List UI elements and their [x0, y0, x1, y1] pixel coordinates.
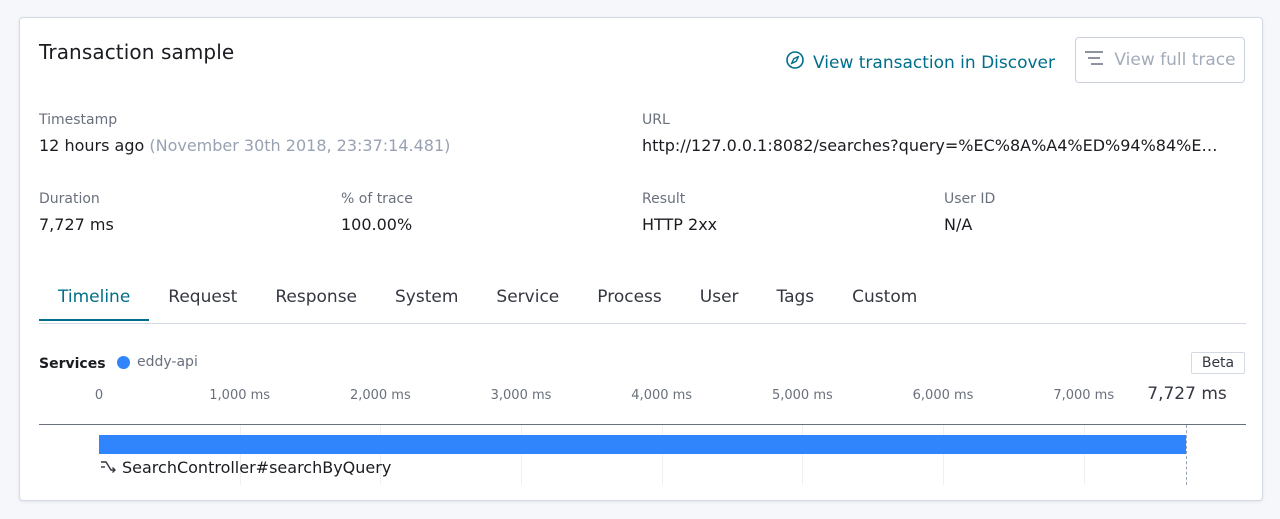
page-title: Transaction sample — [39, 40, 235, 64]
timeline-axis-line — [39, 424, 1246, 425]
beta-badge: Beta — [1191, 352, 1245, 374]
percent-of-trace-value: 100.00% — [341, 215, 413, 234]
timeline-tick-label: 7,000 ms — [1053, 388, 1115, 403]
timeline-tick-label: 4,000 ms — [631, 388, 693, 403]
timeline-gridline — [661, 425, 663, 485]
tab-timeline[interactable]: Timeline — [39, 275, 150, 321]
result-label: Result — [642, 191, 686, 207]
timestamp-field: Timestamp 12 hours ago (November 30th 20… — [39, 112, 450, 155]
tab-custom[interactable]: Custom — [833, 275, 936, 321]
service-name: eddy-api — [137, 354, 198, 370]
timeline-tick-label: 1,000 ms — [209, 388, 271, 403]
timestamp-relative: 12 hours ago — [39, 136, 145, 155]
trace-lines-icon — [1084, 49, 1104, 72]
timeline-gridline — [802, 425, 804, 485]
timeline-gridline — [1083, 425, 1085, 485]
timeline-gridline — [943, 425, 945, 485]
url-label: URL — [642, 112, 670, 128]
timeline-axis: 7,727 ms 0 1,000 ms 2,000 ms 3,000 ms 4,000 … — [20, 18, 1264, 502]
timeline-tick-label: 2,000 ms — [349, 388, 411, 403]
timeline-gridline — [521, 425, 523, 485]
service-legend-item[interactable]: eddy-api — [117, 354, 198, 370]
duration-value: 7,727 ms — [39, 215, 114, 234]
tab-tags[interactable]: Tags — [758, 275, 834, 321]
result-value: HTTP 2xx — [642, 215, 718, 234]
detail-tabs: Timeline Request Response System Service… — [39, 275, 1246, 324]
span-bar[interactable] — [99, 435, 1186, 454]
tab-service[interactable]: Service — [477, 275, 578, 321]
tab-response[interactable]: Response — [256, 275, 376, 321]
timestamp-label: Timestamp — [39, 112, 118, 128]
view-in-discover-link[interactable]: View transaction in Discover — [785, 50, 1055, 75]
span-type-icon — [100, 458, 116, 477]
service-color-dot — [117, 355, 130, 369]
user-id-label: User ID — [944, 191, 996, 207]
tab-system[interactable]: System — [376, 275, 477, 321]
timestamp-value: 12 hours ago (November 30th 2018, 23:37:… — [39, 136, 450, 155]
view-full-trace-label: View full trace — [1114, 50, 1236, 70]
duration-label: Duration — [39, 191, 100, 207]
transaction-sample-panel: Transaction sample View transaction in D… — [19, 17, 1263, 501]
timeline-tick-label: 3,000 ms — [490, 388, 552, 403]
percent-of-trace-label: % of trace — [341, 191, 413, 207]
user-id-value: N/A — [944, 215, 973, 234]
compass-icon — [785, 50, 805, 75]
timeline-tick-label: 5,000 ms — [771, 388, 833, 403]
timeline-tick-label: 0 — [94, 388, 104, 403]
tab-process[interactable]: Process — [578, 275, 681, 321]
duration-field: Duration 7,727 ms — [39, 191, 114, 234]
percent-of-trace-field: % of trace 100.00% — [341, 191, 413, 234]
result-field: Result HTTP 2xx — [642, 191, 717, 234]
span-label[interactable]: SearchController#searchByQuery — [100, 458, 391, 477]
services-label: Services — [39, 356, 106, 372]
timeline-tick-label: 6,000 ms — [912, 388, 974, 403]
view-in-discover-label: View transaction in Discover — [813, 52, 1056, 73]
url-value: http://127.0.0.1:8082/searches?query=%EC… — [642, 136, 1227, 155]
tab-user[interactable]: User — [681, 275, 758, 321]
user-id-field: User ID N/A — [944, 191, 995, 234]
tab-request[interactable]: Request — [149, 275, 256, 321]
url-field: URL http://127.0.0.1:8082/searches?query… — [642, 112, 1227, 155]
span-name: SearchController#searchByQuery — [122, 458, 392, 477]
timeline-end-marker — [1186, 425, 1187, 485]
view-full-trace-button[interactable]: View full trace — [1075, 37, 1245, 83]
timestamp-absolute: (November 30th 2018, 23:37:14.481) — [149, 136, 451, 155]
timeline-total-label: 7,727 ms — [1147, 384, 1227, 404]
